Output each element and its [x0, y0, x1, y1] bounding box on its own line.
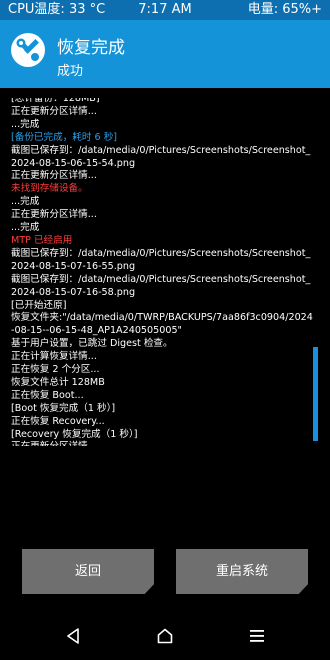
log-line: 正在更新分区详情... — [11, 441, 314, 446]
log-line: ...完成 — [11, 118, 40, 130]
log-line: 正在更新分区详情... — [11, 170, 97, 182]
log-line: 正在计算恢复详情... — [11, 351, 97, 363]
battery-level: 电量: 65%+ — [247, 2, 322, 17]
navigation-bar — [0, 615, 330, 660]
log-line: 正在恢复 Boot... — [11, 389, 84, 401]
log-line: 截图已保存到：/data/media/0/Pictures/Screenshot… — [11, 273, 311, 298]
back-button[interactable]: 返回 — [22, 549, 154, 594]
log-line: [Boot 恢复完成（1 秒）] — [11, 402, 116, 414]
log-line: 正在更新分区详情... — [11, 209, 97, 221]
log-scrollbar[interactable] — [313, 347, 318, 441]
log-line: 恢复文件总计 128MB — [11, 376, 105, 388]
log-line: [总计备份：128MB] — [11, 98, 100, 104]
log-line: 未找到存储设备。 — [11, 183, 88, 195]
log-line: 正在恢复 2 个分区... — [11, 364, 100, 376]
log-line: 截图已保存到：/data/media/0/Pictures/Screenshot… — [11, 247, 311, 272]
twrp-logo-icon — [11, 33, 45, 67]
log-line: MTP 已经启用 — [11, 234, 73, 246]
reboot-system-button[interactable]: 重启系统 — [176, 549, 308, 594]
log-line: [备份已完成，耗时 6 秒] — [11, 131, 118, 143]
page-subtitle: 成功 — [57, 64, 84, 79]
nav-menu-icon[interactable] — [250, 628, 264, 644]
log-line: 正在恢复 Recovery... — [11, 415, 105, 427]
header: 恢复完成 成功 — [0, 20, 330, 88]
status-bar: CPU温度: 33 °C 7:17 AM 电量: 65%+ — [0, 0, 330, 20]
nav-back-icon[interactable] — [66, 628, 80, 644]
log-line: ...完成 — [11, 222, 40, 234]
log-lines: [总计备份：128MB] 正在更新分区详情... ...完成 [备份已完成，耗时 6 … — [11, 98, 314, 446]
log-line: [Recovery 恢复完成（1 秒）] — [11, 428, 138, 440]
log-line: ...完成 — [11, 196, 40, 208]
log-line: 截图已保存到：/data/media/0/Pictures/Screenshot… — [11, 144, 311, 169]
page-title: 恢复完成 — [57, 38, 125, 58]
log-line: 正在更新分区详情... — [11, 105, 97, 117]
console-log[interactable]: [总计备份：128MB] 正在更新分区详情... ...完成 [备份已完成，耗时 6 … — [0, 98, 330, 446]
nav-home-icon[interactable] — [157, 628, 173, 644]
log-line: [已开始还原] — [11, 299, 67, 311]
log-line: 基于用户设置，已跳过 Digest 检查。 — [11, 338, 173, 350]
log-line: 恢复文件夹:"/data/media/0/TWRP/BACKUPS/7aa86f… — [11, 312, 313, 337]
